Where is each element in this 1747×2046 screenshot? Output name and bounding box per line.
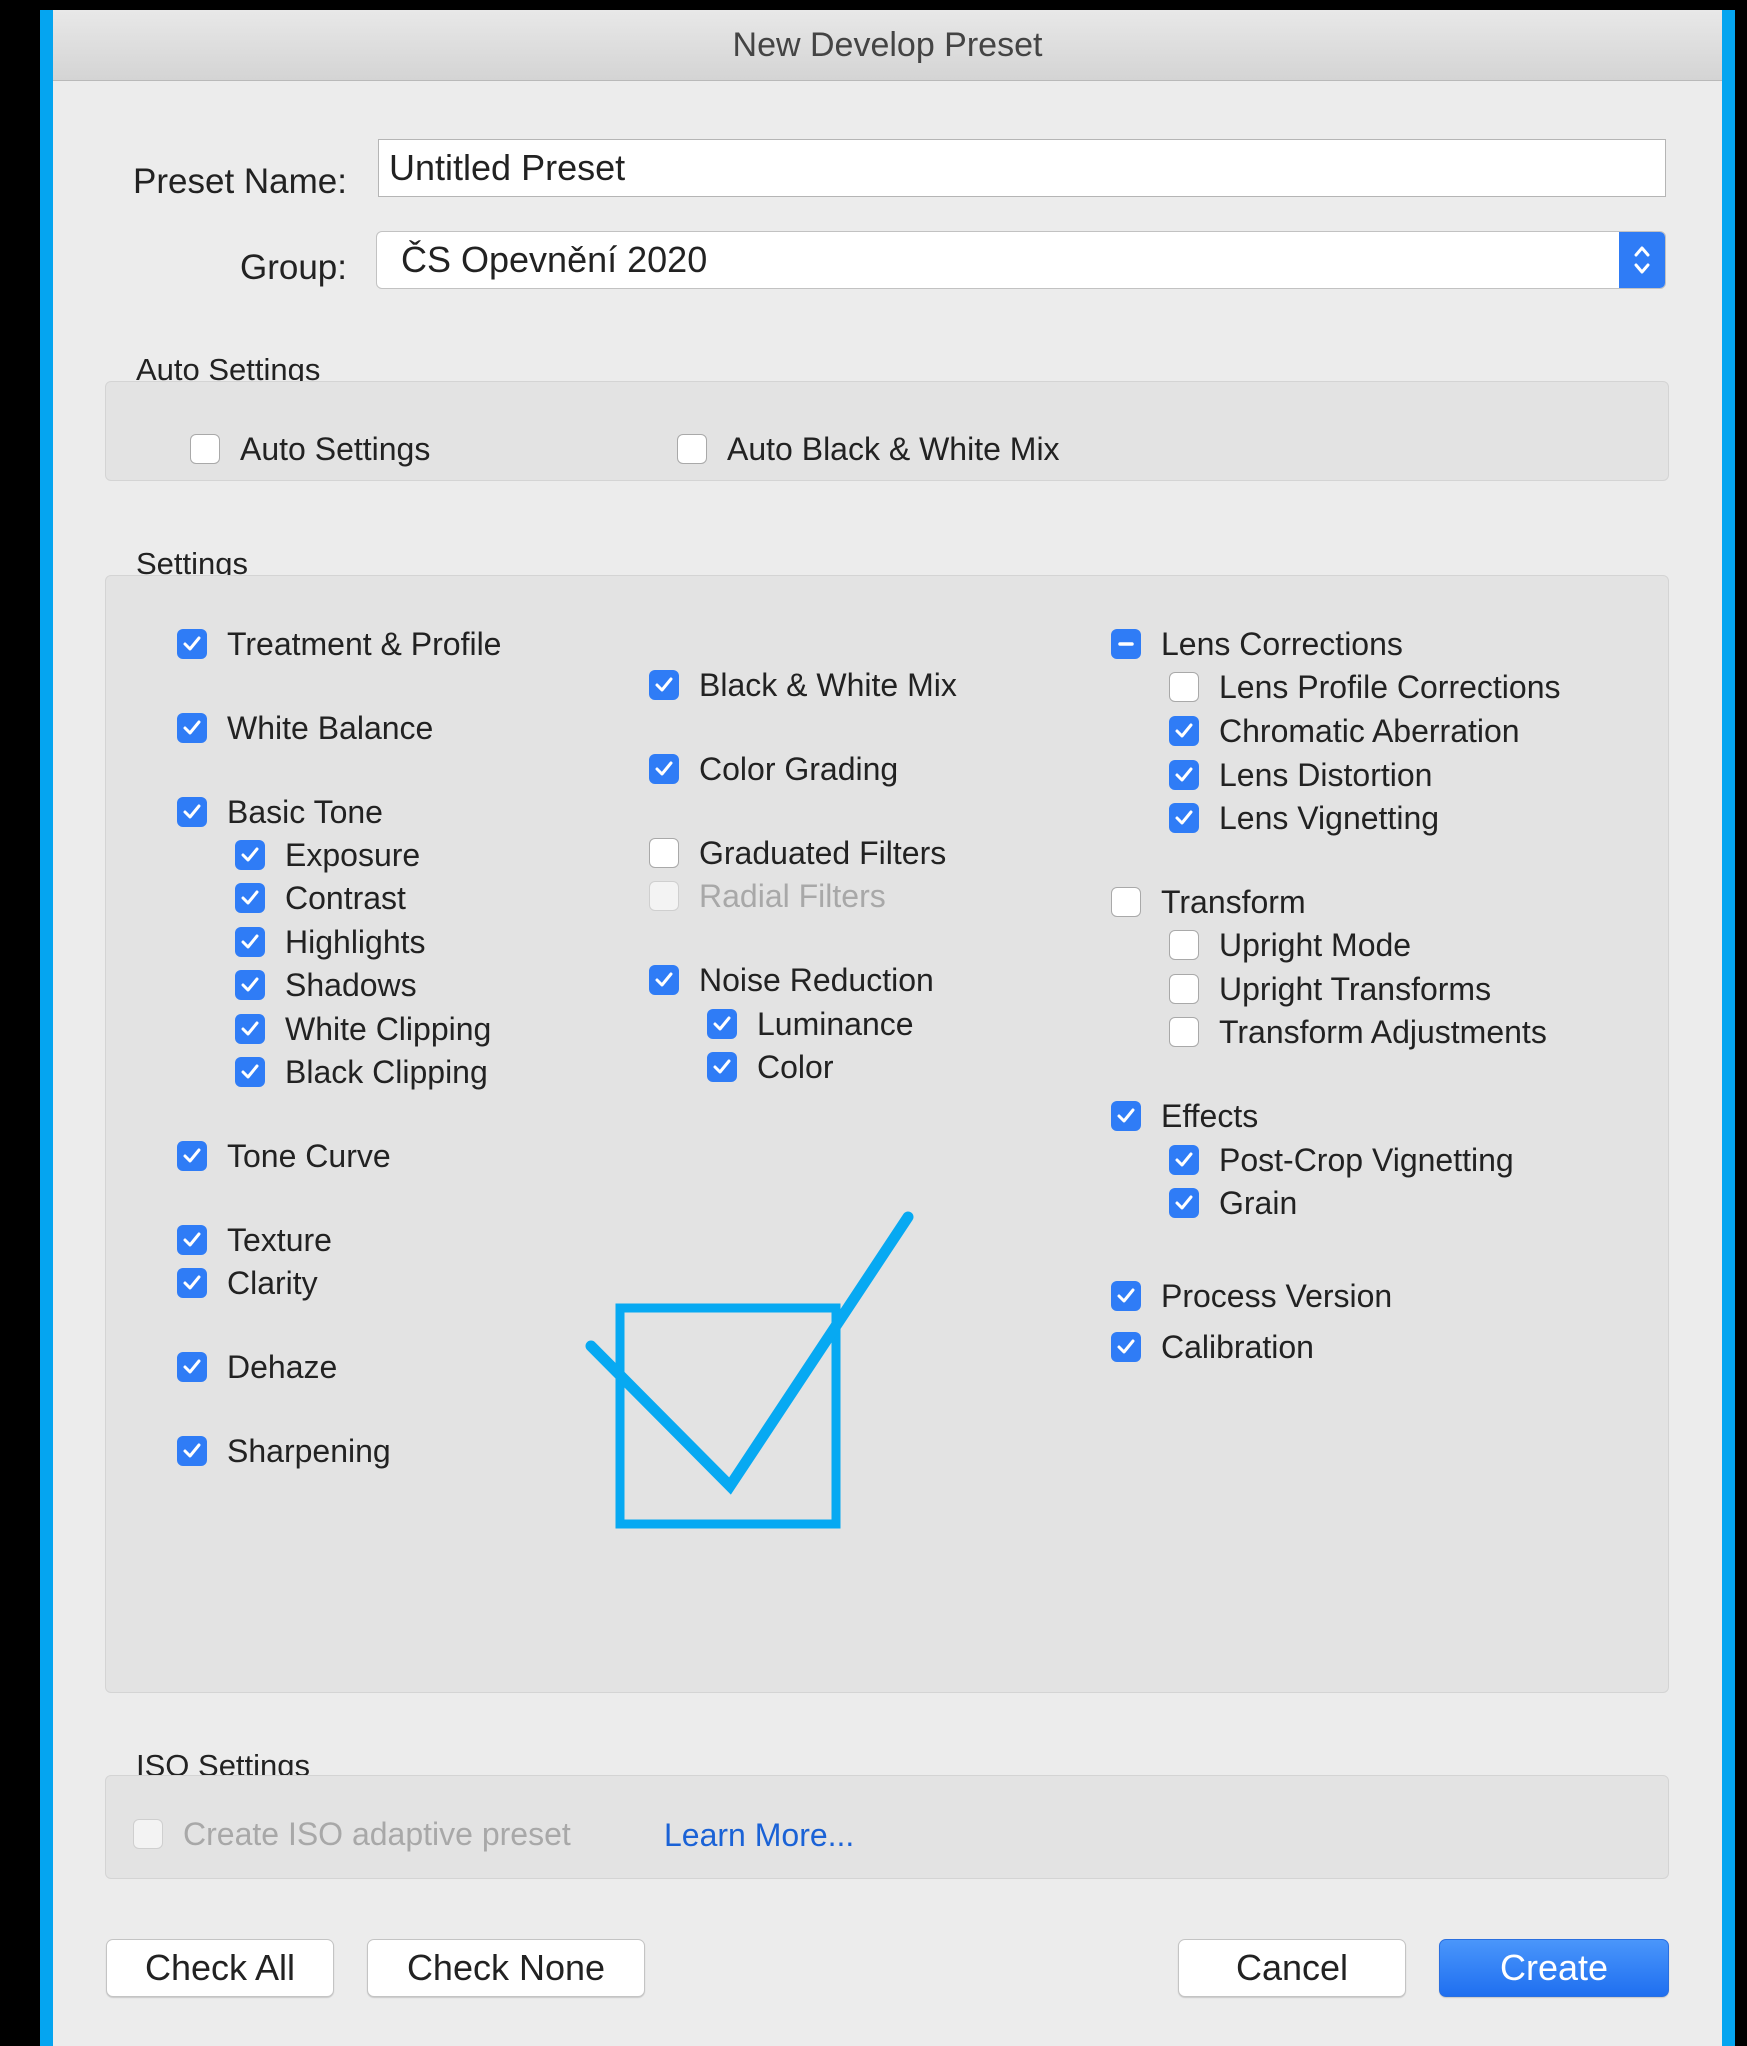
new-develop-preset-dialog: New Develop Preset Preset Name: Untitled… xyxy=(53,10,1722,2046)
checkbox-check-icon xyxy=(585,1211,914,1529)
